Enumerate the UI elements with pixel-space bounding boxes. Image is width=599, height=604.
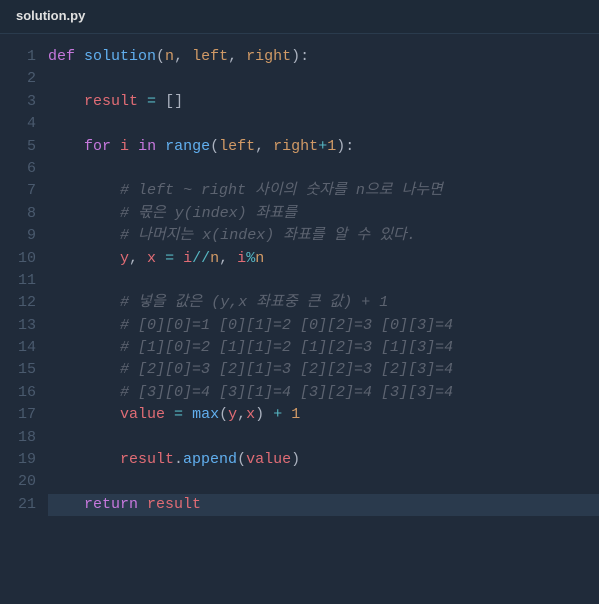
code-line[interactable]: return result (48, 494, 599, 516)
line-number: 15 (0, 359, 36, 381)
code-line[interactable] (48, 471, 599, 493)
code-line[interactable]: # [1][0]=2 [1][1]=2 [1][2]=3 [1][3]=4 (48, 337, 599, 359)
line-number: 9 (0, 225, 36, 247)
line-number: 17 (0, 404, 36, 426)
code-line[interactable] (48, 68, 599, 90)
line-number: 13 (0, 315, 36, 337)
line-number: 20 (0, 471, 36, 493)
line-number: 12 (0, 292, 36, 314)
line-number: 5 (0, 136, 36, 158)
line-number: 1 (0, 46, 36, 68)
code-line[interactable]: # 넣을 값은 (y,x 좌표중 큰 값) + 1 (48, 292, 599, 314)
code-line[interactable]: # 몫은 y(index) 좌표를 (48, 203, 599, 225)
line-number: 4 (0, 113, 36, 135)
code-line[interactable]: value = max(y,x) + 1 (48, 404, 599, 426)
code-line[interactable]: result.append(value) (48, 449, 599, 471)
code-line[interactable]: # 나머지는 x(index) 좌표를 알 수 있다. (48, 225, 599, 247)
line-number: 21 (0, 494, 36, 516)
line-number: 14 (0, 337, 36, 359)
code-line[interactable]: # left ~ right 사이의 숫자를 n으로 나누면 (48, 180, 599, 202)
code-line[interactable] (48, 427, 599, 449)
code-line[interactable] (48, 270, 599, 292)
code-line[interactable] (48, 158, 599, 180)
code-area[interactable]: 123456789101112131415161718192021 def so… (0, 34, 599, 604)
line-number: 3 (0, 91, 36, 113)
line-number: 8 (0, 203, 36, 225)
line-number: 6 (0, 158, 36, 180)
code-line[interactable]: # [3][0]=4 [3][1]=4 [3][2]=4 [3][3]=4 (48, 382, 599, 404)
code-content[interactable]: def solution(n, left, right): result = [… (48, 46, 599, 604)
code-editor: solution.py 1234567891011121314151617181… (0, 0, 599, 604)
file-tab[interactable]: solution.py (16, 8, 85, 23)
code-line[interactable]: # [0][0]=1 [0][1]=2 [0][2]=3 [0][3]=4 (48, 315, 599, 337)
line-number: 16 (0, 382, 36, 404)
line-number: 2 (0, 68, 36, 90)
code-line[interactable]: for i in range(left, right+1): (48, 136, 599, 158)
code-line[interactable]: y, x = i//n, i%n (48, 248, 599, 270)
code-line[interactable] (48, 113, 599, 135)
line-number: 10 (0, 248, 36, 270)
line-number: 19 (0, 449, 36, 471)
line-gutter: 123456789101112131415161718192021 (0, 46, 48, 604)
code-line[interactable]: # [2][0]=3 [2][1]=3 [2][2]=3 [2][3]=4 (48, 359, 599, 381)
tab-bar: solution.py (0, 0, 599, 34)
line-number: 11 (0, 270, 36, 292)
code-line[interactable]: result = [] (48, 91, 599, 113)
code-line[interactable]: def solution(n, left, right): (48, 46, 599, 68)
line-number: 18 (0, 427, 36, 449)
line-number: 7 (0, 180, 36, 202)
